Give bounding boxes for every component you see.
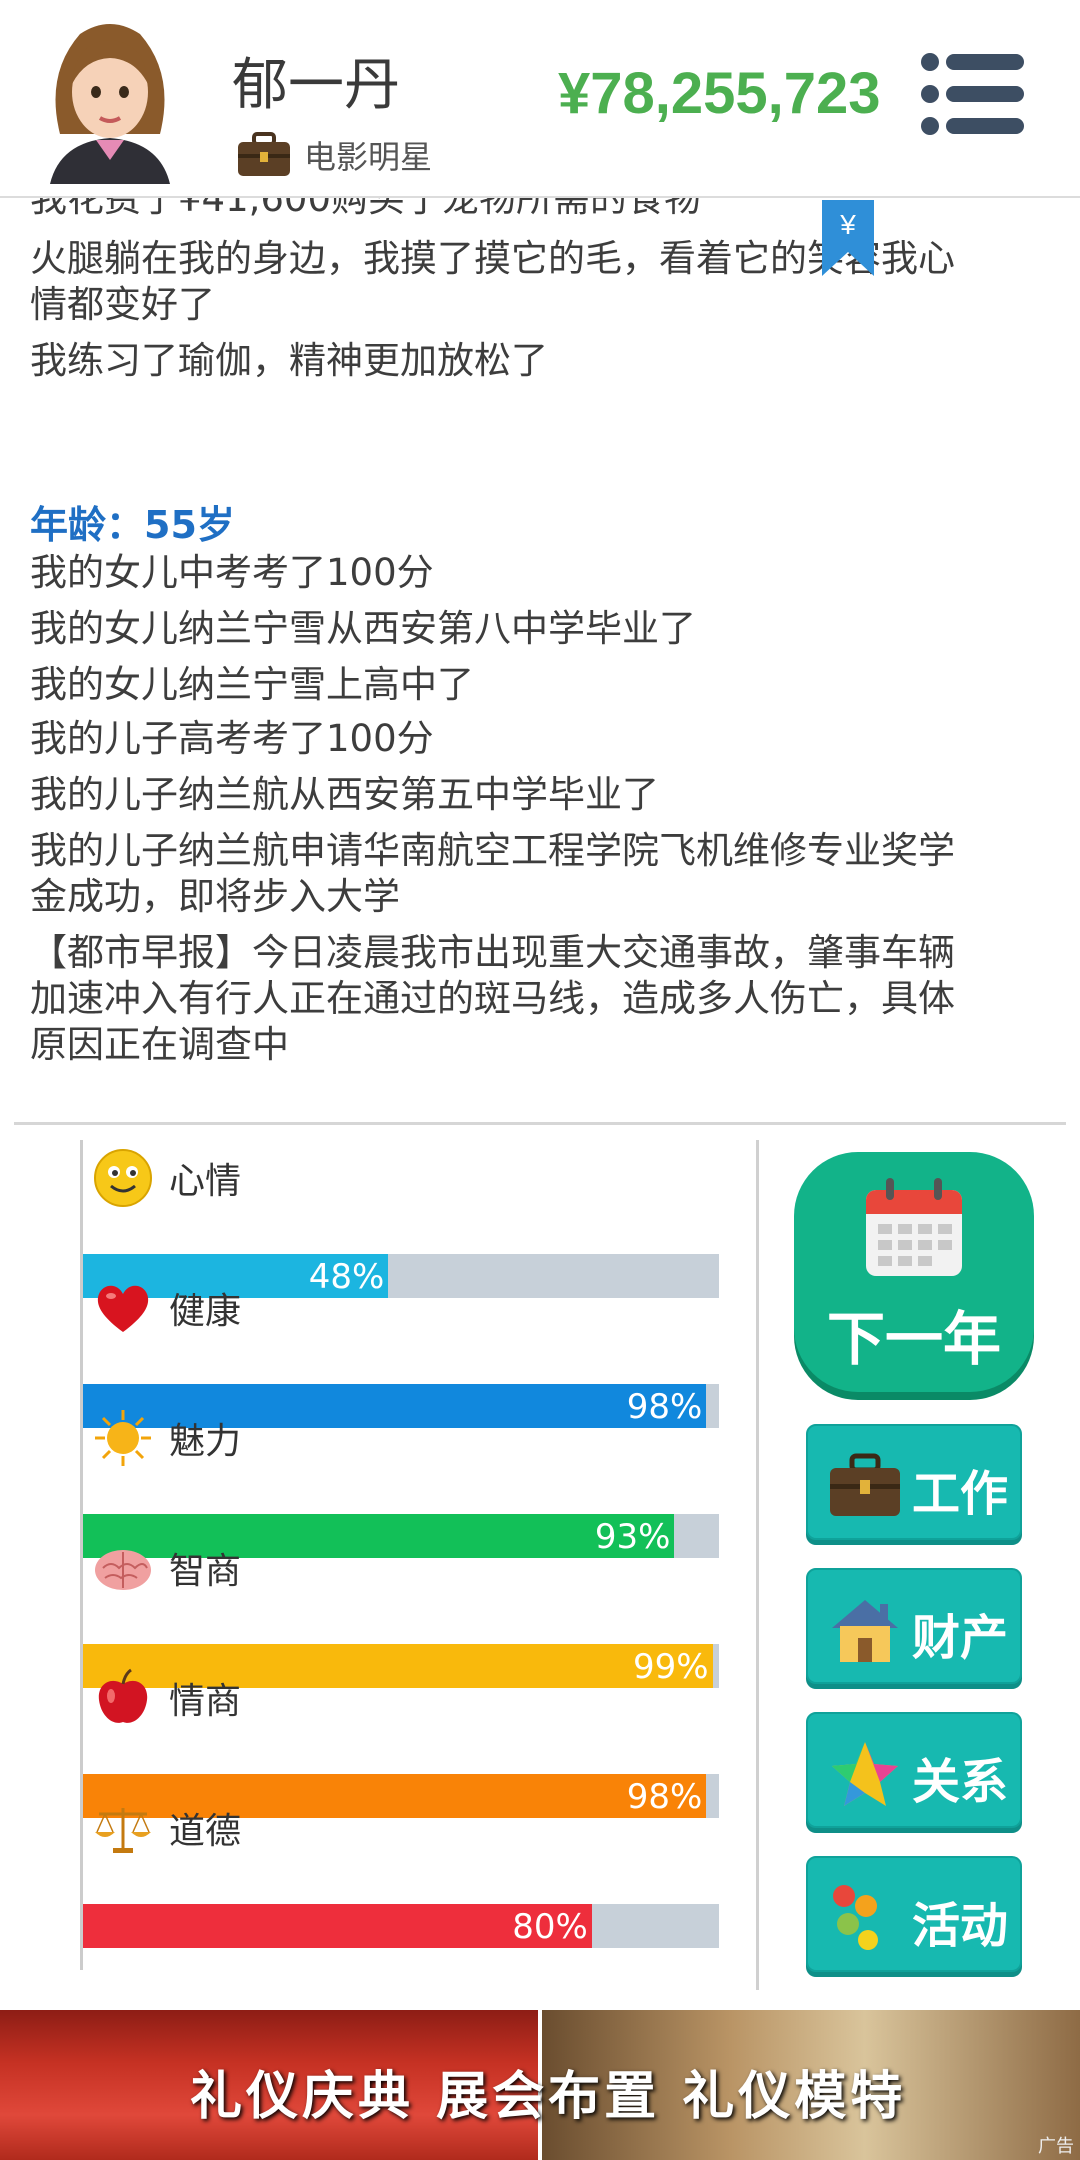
relations-button[interactable]: 关系 (806, 1712, 1022, 1828)
property-label: 财产 (912, 1610, 1009, 1666)
log-line: 加速冲入有行人正在通过的斑马线，造成多人伤亡，具体 (30, 977, 955, 1020)
brain-icon (95, 1550, 151, 1590)
activity-label: 活动 (912, 1898, 1009, 1954)
log-line: 【都市早报】今日凌晨我市出现重大交通事故，肇事车辆 (30, 931, 955, 974)
work-button[interactable]: 工作 (806, 1424, 1022, 1540)
work-label: 工作 (912, 1466, 1009, 1522)
stat-charm: 魅力 93% (83, 1400, 723, 1558)
stat-value: 80% (512, 1907, 588, 1947)
star-icon (832, 1742, 898, 1806)
age-heading: 年龄：55岁 (30, 503, 235, 547)
property-button[interactable]: 财产 (806, 1568, 1022, 1684)
panel-divider (756, 1140, 759, 1990)
stat-mood: 心情 48% (83, 1140, 723, 1298)
log-line: 原因正在调查中 (30, 1023, 289, 1066)
money-amount: ¥78,255,723 (558, 61, 881, 126)
smiley-icon (94, 1149, 152, 1207)
log-line: 火腿躺在我的身边，我摸了摸它的毛，看着它的笑容我心 (30, 237, 955, 280)
stat-bar: 80% (83, 1904, 719, 1948)
top-header: 郁一丹 电影明星 ¥78,255,723 (0, 0, 1080, 198)
heart-icon (97, 1285, 149, 1332)
stat-label: 魅力 (169, 1421, 242, 1462)
section-divider (14, 1122, 1066, 1125)
event-log[interactable]: 我花费了¥41,600购买了宠物所需的食物 火腿躺在我的身边，我摸了摸它的毛，看… (0, 196, 1080, 1120)
briefcase-icon (830, 1453, 900, 1516)
log-line: 我的儿子纳兰航从西安第五中学毕业了 (30, 773, 659, 816)
log-line: 我的儿子高考考了100分 (30, 717, 434, 760)
next-year-button[interactable]: 下一年 (794, 1152, 1034, 1392)
activity-icon (833, 1885, 878, 1950)
log-line: 我的女儿纳兰宁雪从西安第八中学毕业了 (30, 607, 696, 650)
relations-label: 关系 (912, 1754, 1009, 1810)
stat-label: 智商 (169, 1551, 242, 1592)
briefcase-icon (238, 132, 290, 176)
log-line: 我练习了瑜伽，精神更加放松了 (30, 339, 548, 382)
stat-label: 情商 (169, 1681, 242, 1722)
ad-tag: 广告 (1038, 2136, 1074, 2157)
log-line: 我的女儿纳兰宁雪上高中了 (30, 663, 474, 706)
bookmark-icon[interactable]: ¥ (822, 200, 874, 276)
log-line: 金成功，即将步入大学 (30, 875, 400, 918)
svg-text:¥: ¥ (839, 209, 856, 240)
menu-icon[interactable] (920, 52, 1026, 136)
ad-banner[interactable]: 礼仪庆典 展会布置 礼仪模特 广告 (0, 2010, 1080, 2160)
stat-health: 健康 98% (83, 1270, 723, 1428)
log-line: 我的女儿中考考了100分 (30, 551, 434, 594)
job-title: 电影明星 (304, 138, 433, 176)
stat-label: 心情 (169, 1161, 242, 1202)
stats-panel: 心情 48% 健康 98% 魅力 93% 智商 99% 情商 98% 道德 80… (80, 1140, 723, 1970)
stat-morality: 道德 80% (83, 1790, 723, 1948)
calendar-icon (866, 1178, 962, 1276)
apple-icon (98, 1668, 148, 1723)
log-line: 我的儿子纳兰航申请华南航空工程学院飞机维修专业奖学 (30, 829, 955, 872)
ad-text: 礼仪庆典 展会布置 礼仪模特 (190, 2067, 907, 2127)
log-line: 我花费了¥41,600购买了宠物所需的食物 (30, 196, 702, 220)
avatar[interactable] (40, 14, 180, 184)
stat-label: 道德 (169, 1811, 242, 1852)
stat-eq: 情商 98% (83, 1660, 723, 1818)
activity-button[interactable]: 活动 (806, 1856, 1022, 1972)
sun-icon (95, 1410, 151, 1466)
job-info: 电影明星 (236, 130, 432, 180)
scales-icon (95, 1808, 151, 1853)
house-icon (832, 1600, 898, 1662)
stat-iq: 智商 99% (83, 1530, 723, 1688)
character-name: 郁一丹 (232, 53, 400, 118)
next-year-label: 下一年 (826, 1305, 1001, 1373)
log-line: 情都变好了 (30, 283, 215, 326)
stat-label: 健康 (169, 1291, 242, 1332)
